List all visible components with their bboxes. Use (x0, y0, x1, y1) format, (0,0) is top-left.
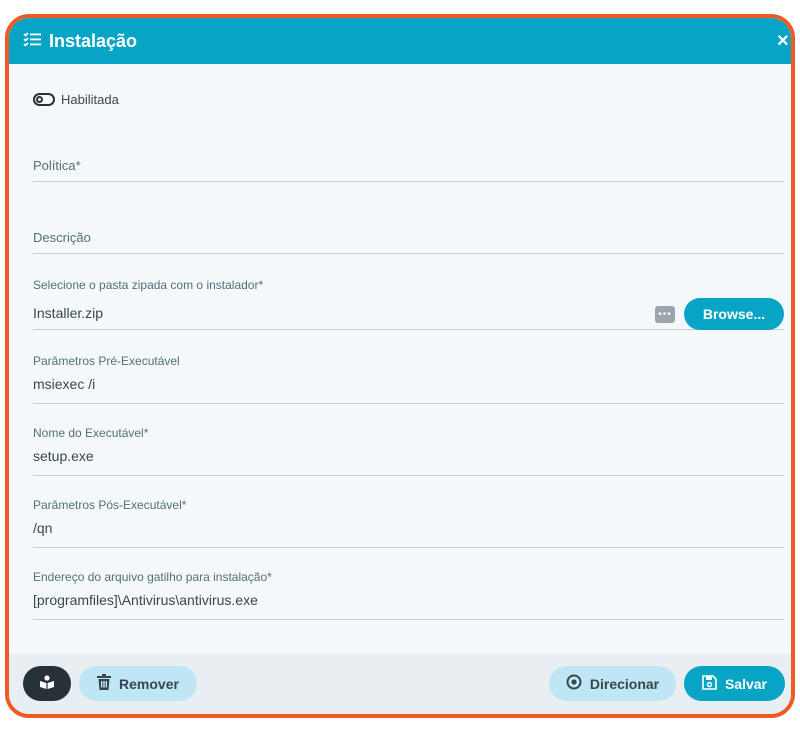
description-label: Descrição (33, 230, 91, 245)
pre-params-value[interactable]: msiexec /i (33, 376, 784, 392)
save-button[interactable]: Salvar (684, 666, 785, 701)
dialog-header: Instalação × (9, 18, 791, 64)
exe-name-value[interactable]: setup.exe (33, 448, 784, 464)
enabled-toggle-row[interactable]: Habilitada (33, 92, 119, 107)
remove-label: Remover (119, 675, 179, 692)
save-label: Salvar (724, 675, 768, 692)
target-icon (566, 674, 590, 693)
checklist-icon (23, 31, 41, 52)
exe-name-field[interactable]: Nome do Executável* setup.exe (33, 426, 784, 476)
more-options-icon[interactable]: ••• (655, 305, 675, 323)
dialog-title: Instalação (49, 30, 138, 51)
direct-label: Direcionar (589, 675, 660, 692)
browse-button[interactable]: Browse... (684, 298, 784, 330)
dialog-content: Habilitada Política* Descrição Selecione… (9, 64, 791, 654)
book-icon (39, 675, 55, 692)
zip-folder-value[interactable]: Installer.zip (33, 305, 103, 321)
direct-button[interactable]: Direcionar (549, 666, 676, 701)
pre-params-field[interactable]: Parâmetros Pré-Executável msiexec /i (33, 354, 784, 404)
remove-button[interactable]: Remover (79, 666, 197, 701)
close-icon[interactable]: × (777, 28, 791, 54)
pre-params-label: Parâmetros Pré-Executável (33, 354, 180, 368)
zip-folder-row: Installer.zip ••• Browse... (33, 298, 784, 330)
post-params-value[interactable]: /qn (33, 520, 784, 536)
save-icon (702, 674, 725, 693)
installation-dialog: Instalação × Habilitada Política* Descri… (5, 14, 795, 718)
zip-folder-label: Selecione o pasta zipada com o instalado… (33, 278, 264, 292)
toggle-switch-icon[interactable] (33, 93, 55, 106)
trash-icon (97, 674, 119, 693)
exe-name-label: Nome do Executável* (33, 426, 149, 440)
enabled-toggle-label: Habilitada (61, 92, 119, 107)
trigger-path-value[interactable]: [programfiles]\Antivirus\antivirus.exe (33, 592, 784, 608)
zip-folder-field: Selecione o pasta zipada com o instalado… (33, 278, 784, 330)
policy-field[interactable]: Política* (33, 158, 784, 182)
dialog-footer: Remover Direcionar Salvar (9, 654, 791, 714)
trigger-path-label: Endereço do arquivo gatilho para instala… (33, 570, 272, 584)
post-params-label: Parâmetros Pós-Executável* (33, 498, 187, 512)
post-params-field[interactable]: Parâmetros Pós-Executável* /qn (33, 498, 784, 548)
book-button[interactable] (23, 666, 71, 701)
policy-label: Política* (33, 158, 81, 173)
description-field[interactable]: Descrição (33, 230, 784, 254)
trigger-path-field[interactable]: Endereço do arquivo gatilho para instala… (33, 570, 784, 620)
